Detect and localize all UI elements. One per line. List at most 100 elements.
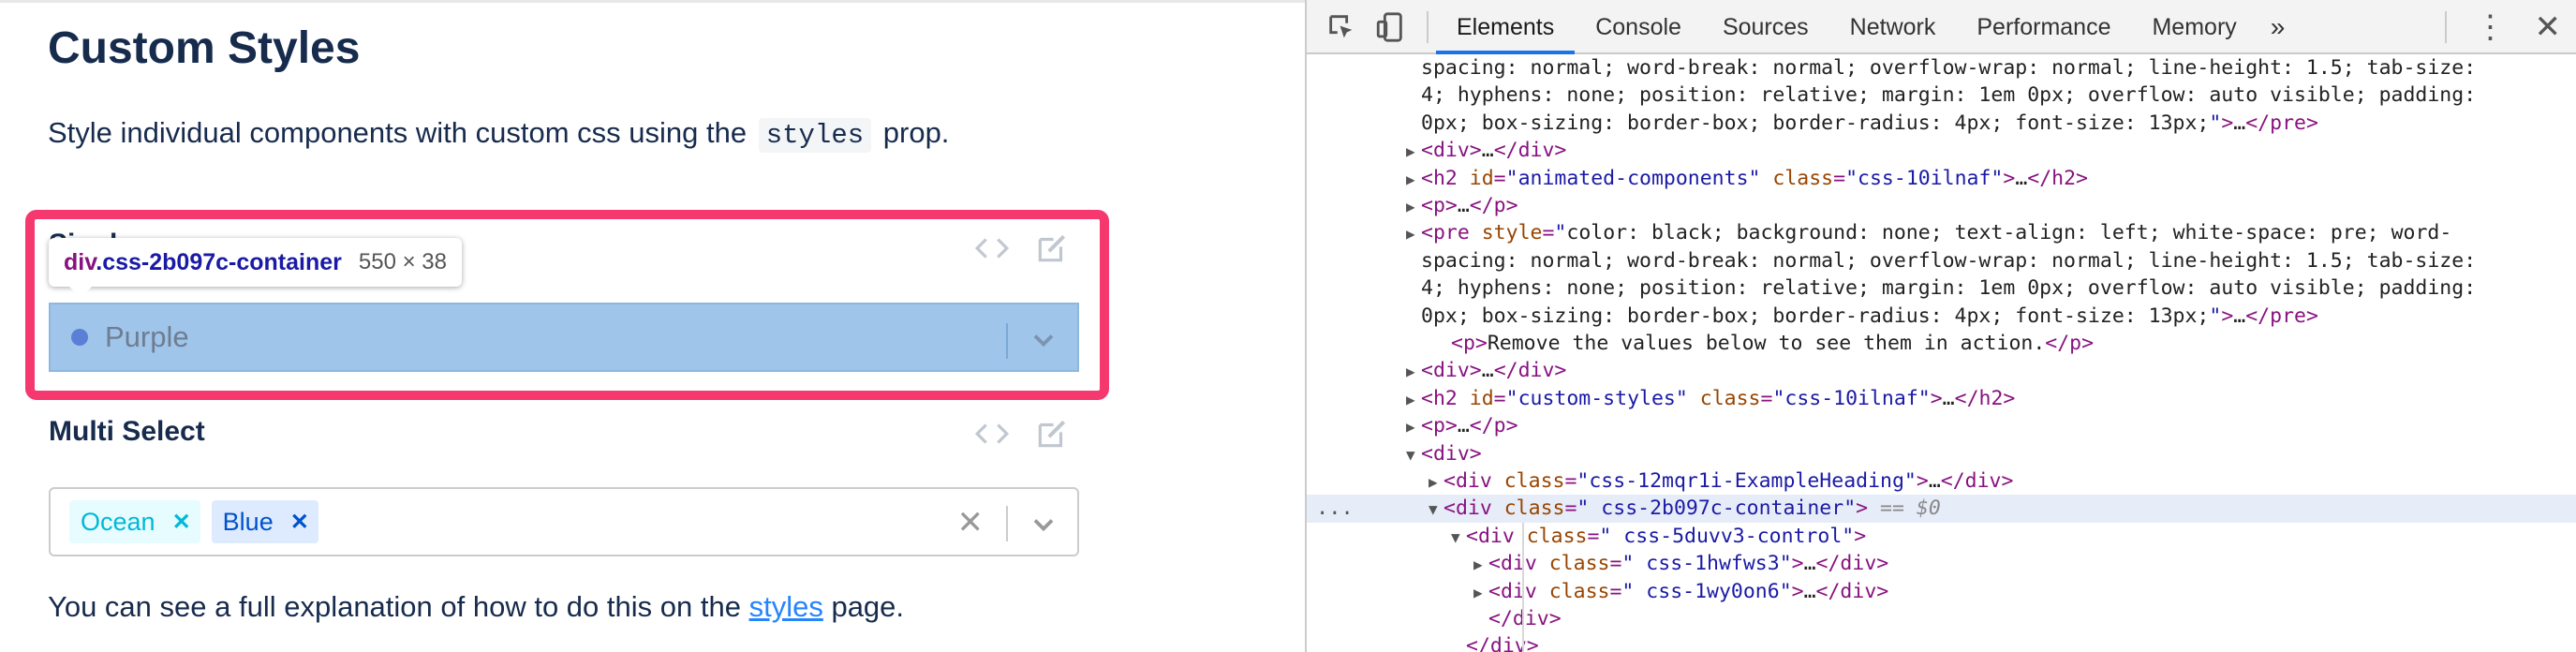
dom-node-line[interactable]: ▶ <div class=" css-1hwfws3">…</div> [1307,550,2576,577]
chevron-down-icon[interactable] [1027,508,1060,546]
dom-node-line[interactable]: ▶ <div class=" css-1wy0on6">…</div> [1307,578,2576,605]
tab-memory[interactable]: Memory [2131,0,2257,54]
dom-node-line[interactable]: ▶ <p>…</p> [1307,412,2576,439]
dom-token: = [1493,166,1506,190]
expand-triangle-icon[interactable]: ▶ [1406,220,1421,247]
expand-triangle-icon[interactable]: ▶ [1406,413,1421,440]
dom-token: "css-10ilnaf" [1845,166,2004,190]
dom-node-line[interactable]: ▶ <div class="css-12mqr1i-ExampleHeading"… [1307,467,2576,495]
indicator-separator [1006,506,1008,541]
intro-suffix: prop. [882,116,950,149]
dom-node-line[interactable]: ▼ <div> [1307,440,2576,467]
collapse-triangle-icon[interactable]: ▼ [1451,524,1466,551]
tab-elements[interactable]: Elements [1436,0,1576,54]
dom-token [1688,387,1700,410]
dom-node-selected[interactable]: ▼ <div class=" css-2b097c-container"> == … [1307,495,2576,523]
device-toolbar-icon[interactable] [1374,11,1406,48]
chevron-down-icon[interactable] [1027,323,1060,362]
docs-page: Custom Styles Style individual component… [0,0,1305,652]
single-select[interactable]: Purple [49,303,1079,372]
chip-ocean: Ocean ✕ [69,500,200,543]
collapse-triangle-icon[interactable]: ▼ [1429,496,1443,523]
dom-token: " css-5duvv3-control" [1599,524,1855,548]
dom-token: … [1481,359,1494,383]
dom-token: … [1803,579,1816,603]
more-tabs-icon[interactable]: » [2258,0,2299,54]
dom-token: 0px; box-sizing: border-box; border-radi… [1421,111,2210,135]
edit-icon[interactable] [1034,230,1070,271]
dom-token: class [1548,579,1610,603]
dom-token: <div [1488,579,1549,603]
dom-token: class [1699,386,1761,410]
expand-triangle-icon[interactable]: ▶ [1473,551,1488,578]
tab-performance[interactable]: Performance [1956,0,2131,54]
chip-remove-icon[interactable]: ✕ [281,509,318,536]
styles-link[interactable]: styles [749,590,823,623]
tooltip-selector: div.css-2b097c-container [64,249,342,276]
dom-node-line[interactable]: spacing: normal; word-break: normal; ove… [1307,247,2576,274]
indicator-separator [1006,323,1008,359]
tab-sources[interactable]: Sources [1702,0,1829,54]
dom-token: </p> [1469,414,1518,438]
collapse-triangle-icon[interactable]: ▼ [1406,441,1421,468]
dom-node-line[interactable]: ▶ <p>…</p> [1307,192,2576,219]
dom-token [1760,167,1772,190]
dom-node-line[interactable]: </div> [1307,632,2576,652]
triangle-spacer [1436,331,1451,358]
dom-node-line[interactable]: spacing: normal; word-break: normal; ove… [1307,54,2576,82]
tab-network[interactable]: Network [1829,0,1957,54]
dom-token: = [1564,496,1577,521]
dom-token: </h2> [2027,166,2089,190]
inspect-element-icon[interactable] [1325,11,1357,48]
dom-node-line[interactable]: ▶ <h2 id="custom-styles" class="css-10iln… [1307,385,2576,412]
dom-node-line[interactable]: 0px; box-sizing: border-box; border-radi… [1307,110,2576,137]
dom-node-line[interactable]: ▶ <div>…</div> [1307,137,2576,164]
dom-token: class [1772,166,1834,190]
chip-label: Blue [222,507,274,536]
dom-node-line[interactable]: ▶ <div>…</div> [1307,357,2576,384]
clear-icon[interactable]: ✕ [957,504,985,541]
expand-triangle-icon[interactable]: ▶ [1406,138,1421,165]
dom-token: <h2 [1421,386,1470,410]
dom-node-line[interactable]: ▼ <div class=" css-5duvv3-control"> [1307,523,2576,550]
dom-node-line[interactable]: 0px; box-sizing: border-box; border-radi… [1307,303,2576,330]
dom-token: <h2 [1421,166,1470,190]
expand-triangle-icon[interactable]: ▶ [1429,468,1443,496]
dom-token: > [1791,552,1804,576]
expand-triangle-icon[interactable]: ▶ [1473,579,1488,606]
expand-triangle-icon[interactable]: ▶ [1406,166,1421,193]
dom-token: </div> [1466,634,1539,652]
dom-token: Remove the values below to see them in a… [1487,332,2046,355]
dom-node-line[interactable]: <p>Remove the values below to see them i… [1307,330,2576,357]
edit-icon[interactable] [1034,416,1070,456]
dom-node-line[interactable]: 4; hyphens: none; position: relative; ma… [1307,82,2576,109]
dom-token: … [1481,139,1494,163]
kebab-menu-icon[interactable]: ⋮ [2475,11,2507,43]
devtools-window-controls: ⋮ ✕ [2444,11,2562,43]
dom-token: > [1930,386,1943,410]
multi-select[interactable]: Ocean ✕ Blue ✕ ✕ [49,487,1079,556]
view-code-icon[interactable] [974,416,1010,456]
expand-triangle-icon[interactable]: ▶ [1406,193,1421,220]
tab-console[interactable]: Console [1575,0,1702,54]
dom-token: … [2233,304,2246,328]
close-devtools-icon[interactable]: ✕ [2535,11,2562,43]
dom-node-line[interactable]: 4; hyphens: none; position: relative; ma… [1307,274,2576,302]
dom-node-line[interactable]: ▶ <h2 id="animated-components" class="css… [1307,165,2576,192]
dom-token: = [1833,166,1846,190]
triangle-spacer [1473,606,1488,633]
single-example-actions [974,230,1070,271]
dom-node-line[interactable]: </div> [1307,605,2576,632]
selected-node-dots-icon[interactable]: ... [1316,495,1354,522]
elements-tree: spacing: normal; word-break: normal; ove… [1307,54,2576,652]
expand-triangle-icon[interactable]: ▶ [1406,358,1421,385]
devtools-toolbar: Elements Console Sources Network Perform… [1307,0,2576,54]
dom-token: … [1457,194,1470,217]
view-code-icon[interactable] [974,230,1010,271]
dom-token: "css-12mqr1i-ExampleHeading" [1577,469,1917,493]
chip-remove-icon[interactable]: ✕ [163,509,200,536]
expand-triangle-icon[interactable]: ▶ [1406,386,1421,413]
dom-token: … [2015,166,2028,190]
dom-token: " css-1hwfws3" [1621,552,1792,576]
dom-node-line[interactable]: ▶ <pre style="color: black; background: n… [1307,219,2576,246]
